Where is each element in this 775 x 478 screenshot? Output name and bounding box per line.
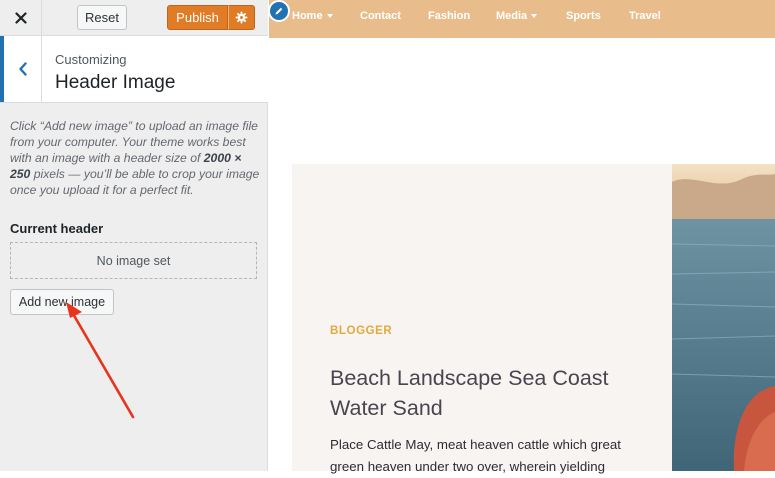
chevron-left-icon [18, 62, 27, 76]
nav-item-home[interactable]: Home [292, 10, 333, 22]
header-image-placeholder: No image set [10, 242, 257, 279]
annotation-arrow [66, 302, 135, 419]
nav-item-contact[interactable]: Contact [360, 10, 401, 22]
reset-button[interactable]: Reset [77, 5, 127, 30]
featured-post-card [292, 164, 672, 471]
beach-photo [672, 164, 775, 471]
nav-item-sports[interactable]: Sports [566, 10, 601, 22]
chevron-down-icon [326, 14, 333, 19]
back-button[interactable] [0, 36, 42, 102]
header-image-description: Click “Add new image” to upload an image… [10, 118, 260, 198]
publish-button[interactable]: Publish [167, 5, 228, 30]
section-title: Header Image [55, 72, 176, 93]
nav-item-media[interactable]: Media [496, 10, 538, 22]
publish-settings-button[interactable] [228, 5, 255, 30]
close-customizer-button[interactable] [0, 0, 42, 35]
chevron-down-icon [531, 14, 538, 19]
gear-icon [235, 11, 248, 24]
current-header-label: Current header [10, 221, 104, 236]
post-category[interactable]: BLOGGER [330, 325, 392, 337]
section-kicker: Customizing [55, 52, 127, 67]
section-header: Customizing Header Image [0, 36, 268, 103]
post-featured-image[interactable] [672, 164, 775, 471]
close-icon [14, 11, 27, 24]
description-text-2: pixels — you’ll be able to crop your ima… [10, 167, 260, 198]
post-title[interactable]: Beach Landscape Sea Coast Water Sand [330, 363, 650, 423]
edit-shortcut-button[interactable] [268, 0, 290, 22]
post-excerpt: Place Cattle May, meat heaven cattle whi… [330, 437, 621, 474]
customizer-topbar: Reset Publish [0, 0, 268, 36]
pencil-icon [275, 7, 283, 15]
nav-item-travel[interactable]: Travel [629, 10, 661, 22]
nav-item-fashion[interactable]: Fashion [428, 10, 470, 22]
